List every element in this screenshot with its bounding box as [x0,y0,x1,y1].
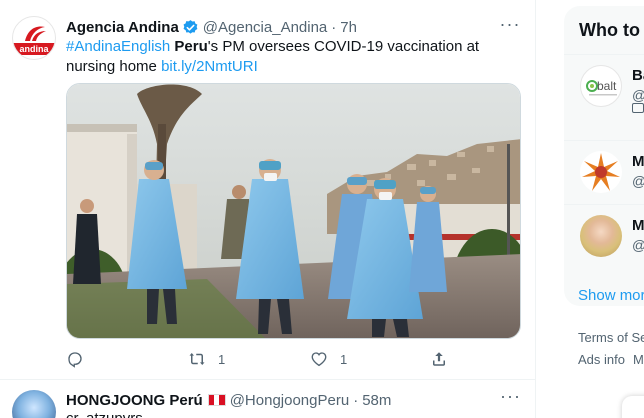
suggestion-item[interactable]: M @ [564,204,644,266]
timestamp[interactable]: 7h [340,19,357,36]
bold-text: Peru [174,38,208,55]
panel-title: Who to follow [579,20,644,40]
separator: · [353,391,359,409]
hashtag-link[interactable]: #AndinaEnglish [66,38,170,55]
avatar[interactable] [580,215,622,257]
show-more-link[interactable]: Show more [578,287,644,304]
author-handle[interactable]: @HongjoongPeru [230,392,349,409]
tweet-photo[interactable] [66,83,521,339]
reply-icon [68,352,82,368]
tweet[interactable]: HONGJOONG Perú @HongjoongPeru · 58m cr. … [0,380,536,418]
timestamp[interactable]: 58m [362,392,391,409]
timeline: andina Agencia Andina @Agencia_Andina · … [0,0,536,418]
author-name[interactable]: HONGJOONG Perú [66,392,203,409]
suggestion-handle: @ [632,87,644,103]
photo-image [67,84,520,338]
like-button[interactable]: 1 [310,348,347,370]
more-horizontal-icon[interactable]: ··· [498,14,522,38]
balt-logo-icon: balt [586,79,617,96]
tweet-text: cr. atzupvrs [66,409,143,418]
avatar-label: balt [597,79,617,93]
suggestion-name[interactable]: M [632,217,644,234]
messages-drawer[interactable] [622,396,644,418]
suggestion-handle: @ [632,173,644,189]
sun-emblem-icon [582,153,620,191]
terms-link[interactable]: Terms of Se [578,330,644,345]
more-horizontal-icon[interactable]: ··· [500,386,521,407]
share-button[interactable] [430,348,448,370]
verified-badge-icon [183,19,198,34]
tweet-header: HONGJOONG Perú @HongjoongPeru · 58m [66,390,391,410]
share-icon [433,352,445,366]
peru-flag-icon [207,394,226,406]
suggestion-item[interactable]: M @ [564,140,644,202]
tweet[interactable]: andina Agencia Andina @Agencia_Andina · … [0,0,536,380]
suggestion-name[interactable]: M [632,153,644,170]
who-to-follow-panel: Who to follow balt Balt @ M [564,6,644,306]
author-name[interactable]: Agencia Andina [66,19,179,36]
author-handle[interactable]: @Agencia_Andina [203,19,327,36]
avatar[interactable] [12,390,56,418]
avatar[interactable]: balt [580,65,622,107]
footer-links: Ads info M [578,352,644,367]
more-link[interactable]: M [633,352,644,367]
right-sidebar: Who to follow balt Balt @ M [564,0,644,418]
andina-logo-icon [25,26,46,41]
ads-info-link[interactable]: Ads info [578,352,625,367]
avatar-label: andina [13,43,55,55]
retweet-button[interactable]: 1 [188,348,225,370]
avatar[interactable] [580,151,622,193]
separator: · [331,18,337,36]
tweet-actions: 1 1 [66,348,456,370]
url-link[interactable]: bit.ly/2NmtURI [161,58,258,75]
promoted-icon [632,103,644,113]
tweet-header: Agencia Andina @Agencia_Andina · 7h [66,17,357,37]
heart-icon [311,352,327,367]
suggestion-handle: @ [632,237,644,253]
retweet-count: 1 [218,351,226,367]
tweet-text: #AndinaEnglish Peru's PM oversees COVID-… [66,37,518,77]
retweet-icon [189,353,205,365]
like-count: 1 [340,351,348,367]
reply-button[interactable] [66,348,96,370]
suggestion-name[interactable]: Balt [632,67,644,84]
avatar[interactable]: andina [12,16,56,60]
suggestion-item[interactable]: balt Balt @ [564,54,644,116]
